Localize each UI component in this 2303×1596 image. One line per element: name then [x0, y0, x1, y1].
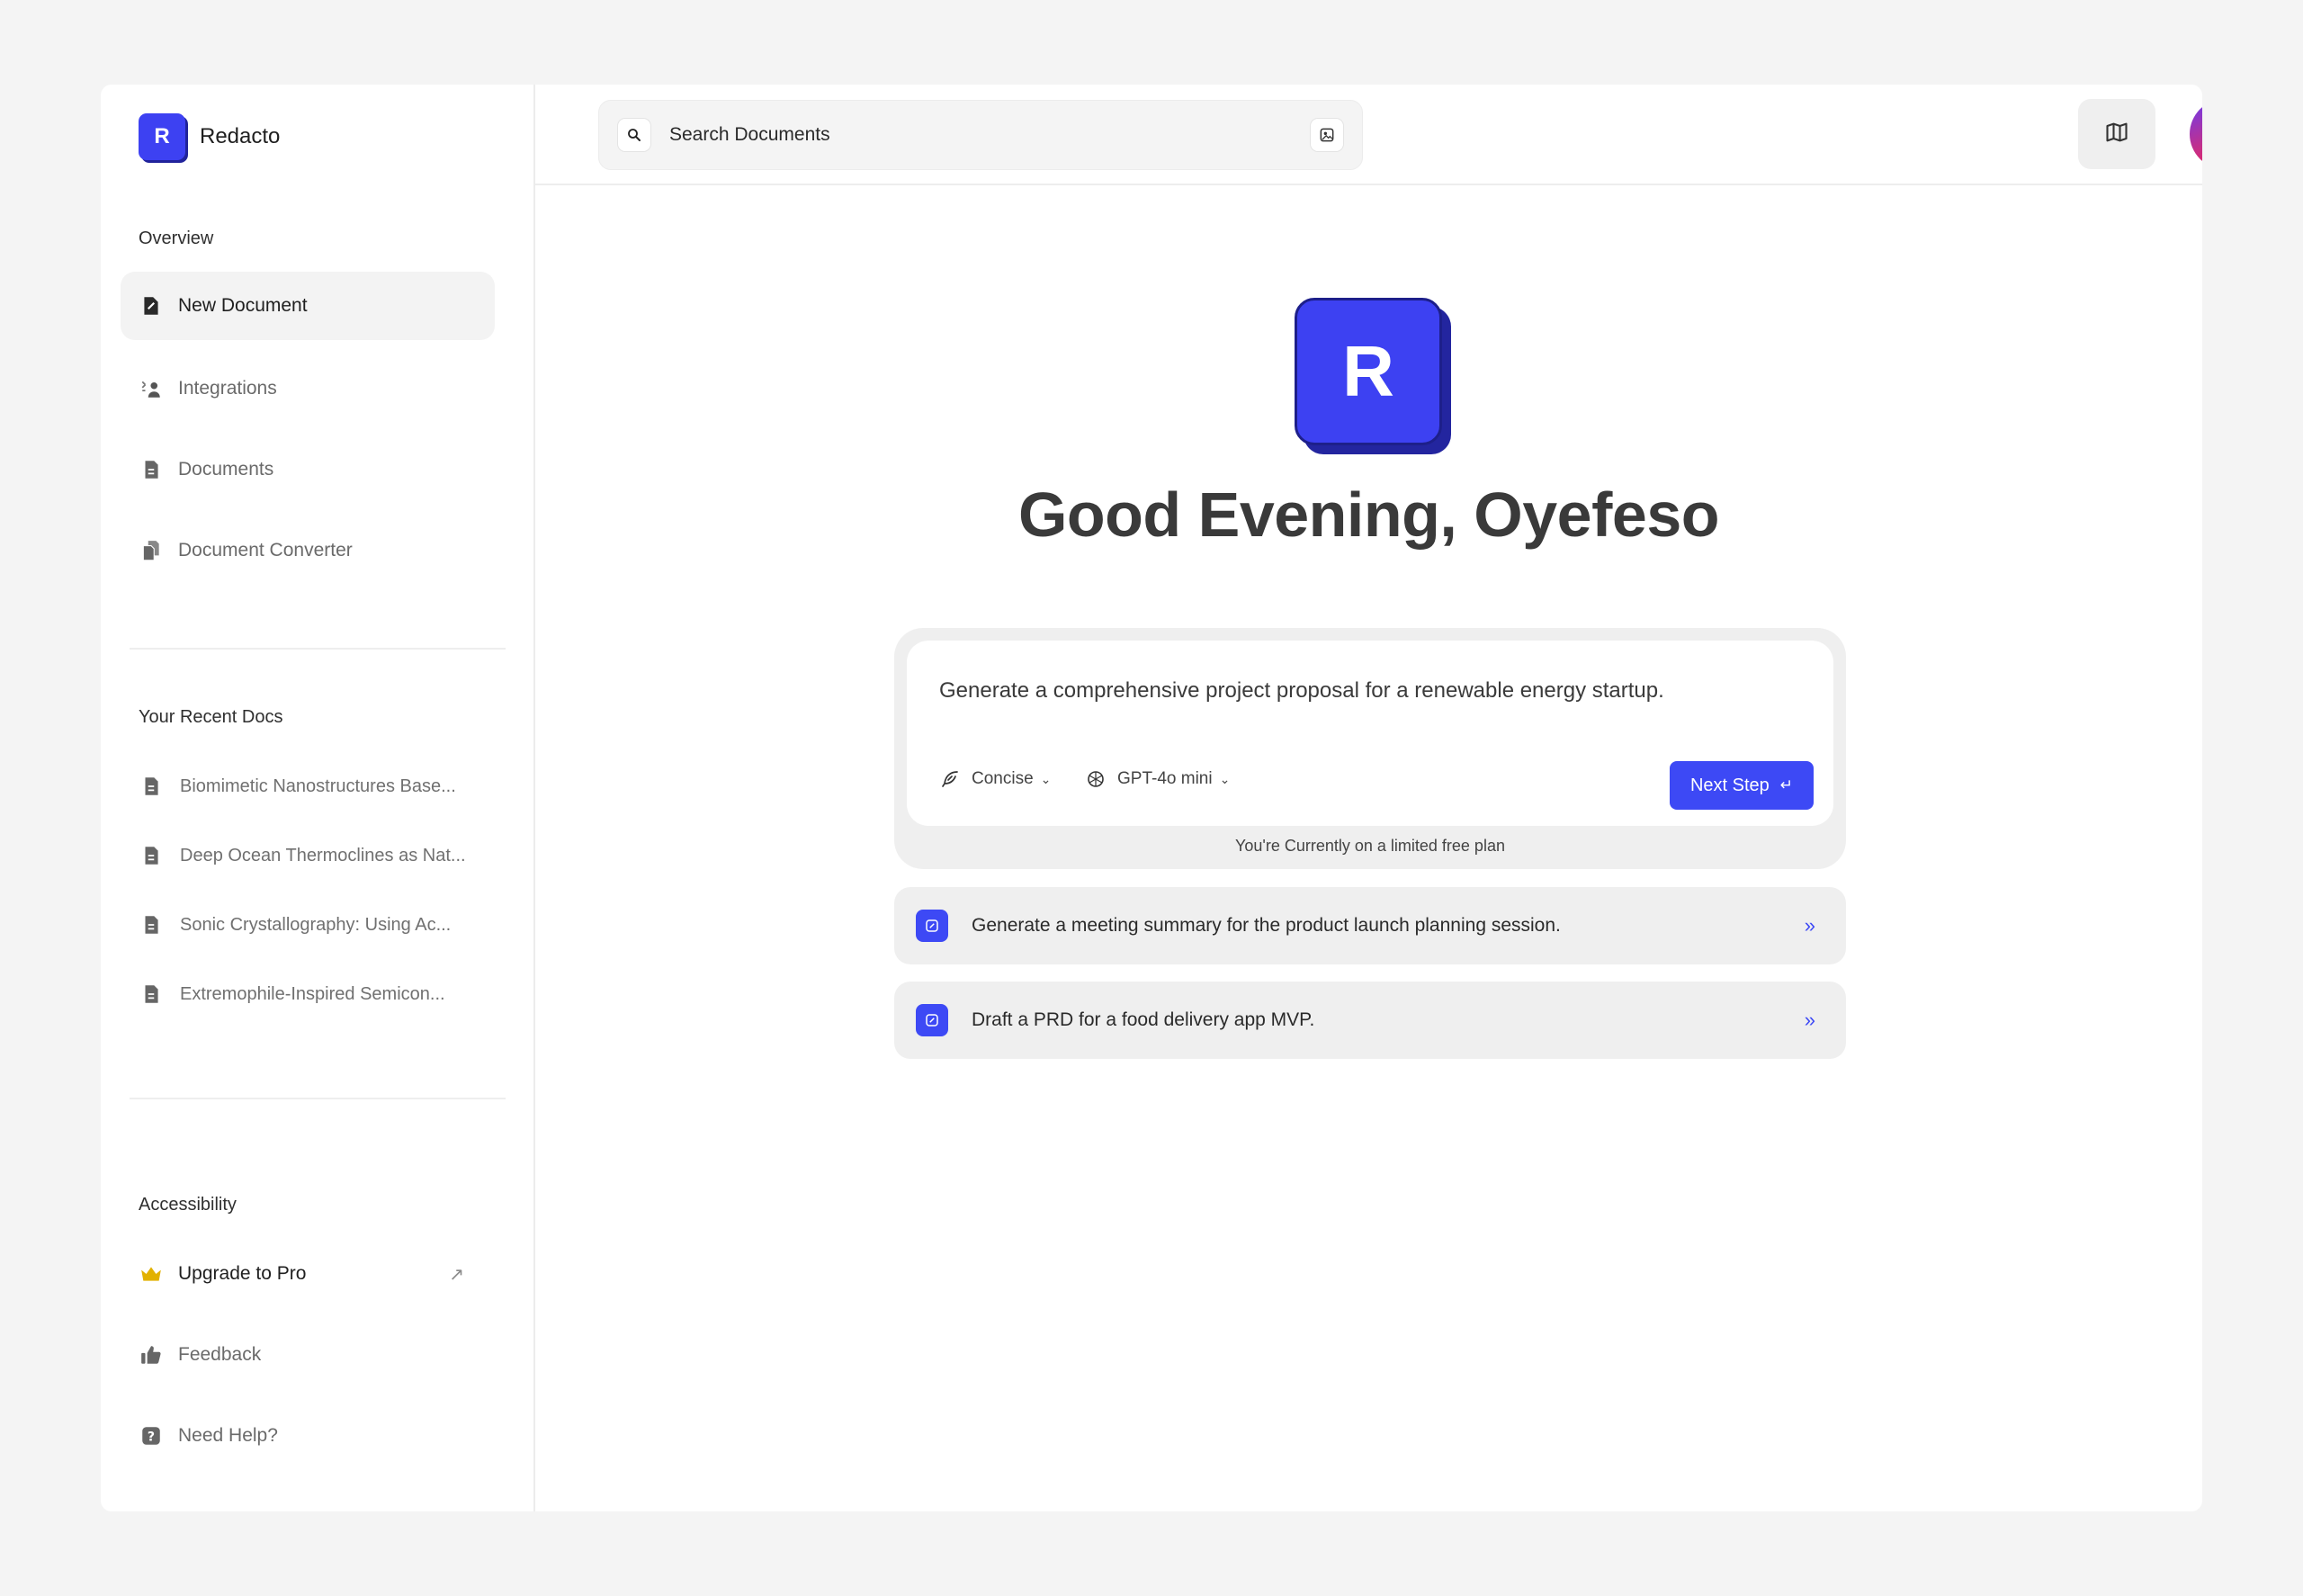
- image-search-icon[interactable]: [1310, 118, 1344, 152]
- document-icon: [139, 982, 164, 1007]
- documents-icon: [139, 457, 164, 482]
- sidebar-item-label: Documents: [178, 459, 274, 480]
- feedback-button[interactable]: Feedback: [121, 1321, 495, 1389]
- need-help-label: Need Help?: [178, 1425, 278, 1446]
- brand[interactable]: R Redacto: [139, 113, 280, 160]
- recent-doc-item[interactable]: Sonic Crystallography: Using Ac...: [121, 898, 495, 952]
- next-step-label: Next Step: [1689, 775, 1770, 795]
- prompt-card: Generate a comprehensive project proposa…: [907, 641, 1833, 826]
- document-icon: [139, 774, 164, 799]
- crown-icon: [139, 1261, 164, 1287]
- recent-doc-title: Extremophile-Inspired Semicon...: [180, 983, 445, 1004]
- feedback-label: Feedback: [178, 1344, 262, 1365]
- suggestion-text: Draft a PRD for a food delivery app MVP.: [972, 1009, 1315, 1030]
- hero-logo: R: [1295, 298, 1442, 445]
- search-bar[interactable]: Search Documents: [598, 100, 1363, 170]
- search-icon: [617, 118, 651, 152]
- avatar[interactable]: OA: [2190, 99, 2202, 169]
- external-arrow-icon: ↗: [449, 1265, 464, 1285]
- document-icon: [139, 912, 164, 937]
- sidebar-item-label: Document Converter: [178, 540, 353, 560]
- search-input[interactable]: Search Documents: [669, 124, 1310, 146]
- sidebar-item-integrations[interactable]: Integrations: [121, 354, 495, 423]
- app-window: R Redacto Overview New Document Integrat…: [101, 85, 2202, 1511]
- model-value: GPT-4o mini: [1117, 769, 1213, 788]
- greeting-title: Good Evening, Oyefeso: [1017, 480, 1720, 550]
- overview-label: Overview: [139, 229, 214, 248]
- svg-text:?: ?: [148, 1430, 155, 1444]
- recent-doc-title: Sonic Crystallography: Using Ac...: [180, 914, 452, 935]
- plan-note: You're Currently on a limited free plan: [1235, 837, 1505, 855]
- recent-doc-item[interactable]: Biomimetic Nanostructures Base...: [121, 759, 495, 813]
- sidebar-divider: [130, 1098, 506, 1099]
- map-icon: [2104, 120, 2129, 149]
- sidebar: R Redacto Overview New Document Integrat…: [101, 85, 535, 1511]
- openai-icon: [1088, 771, 1104, 787]
- brand-name: Redacto: [200, 124, 281, 148]
- new-document-icon: [139, 293, 164, 318]
- prompt-input[interactable]: Generate a comprehensive project proposa…: [939, 678, 1664, 704]
- sidebar-item-new-document[interactable]: New Document: [121, 272, 495, 340]
- recent-doc-title: Biomimetic Nanostructures Base...: [180, 776, 456, 796]
- chevron-down-icon: ⌄: [1219, 771, 1231, 786]
- suggestion-item[interactable]: Generate a meeting summary for the produ…: [894, 887, 1846, 964]
- sidebar-divider: [130, 648, 506, 650]
- enter-icon: ↵: [1779, 776, 1794, 794]
- tone-value: Concise: [972, 769, 1034, 788]
- double-chevron-right-icon: »: [1804, 914, 1815, 937]
- model-dropdown[interactable]: GPT-4o mini ⌄: [1085, 768, 1230, 790]
- sidebar-item-document-converter[interactable]: Document Converter: [121, 516, 495, 585]
- recent-doc-item[interactable]: Deep Ocean Thermoclines as Nat...: [121, 829, 495, 883]
- map-button[interactable]: [2078, 99, 2155, 169]
- upgrade-label: Upgrade to Pro: [178, 1263, 307, 1284]
- converter-icon: [139, 538, 164, 563]
- recent-doc-title: Deep Ocean Thermoclines as Nat...: [180, 845, 466, 865]
- integrations-icon: [139, 376, 164, 401]
- double-chevron-right-icon: »: [1804, 1009, 1815, 1031]
- sparkle-doc-icon: [916, 910, 948, 942]
- next-step-button[interactable]: Next Step ↵: [1670, 761, 1814, 810]
- recent-docs-label: Your Recent Docs: [139, 707, 283, 727]
- suggestion-item[interactable]: Draft a PRD for a food delivery app MVP.…: [894, 982, 1846, 1059]
- sparkle-doc-icon: [916, 1004, 948, 1036]
- sidebar-item-label: Integrations: [178, 378, 277, 399]
- suggestion-text: Generate a meeting summary for the produ…: [972, 915, 1561, 936]
- prompt-panel: Generate a comprehensive project proposa…: [894, 628, 1846, 869]
- need-help-button[interactable]: ? Need Help?: [121, 1402, 495, 1470]
- upgrade-to-pro-button[interactable]: Upgrade to Pro ↗: [121, 1240, 495, 1308]
- document-icon: [139, 843, 164, 868]
- thumbs-up-icon: [139, 1342, 164, 1367]
- feather-icon: [942, 771, 958, 787]
- brand-logo: R: [139, 113, 185, 160]
- chevron-down-icon: ⌄: [1040, 771, 1052, 786]
- tone-dropdown[interactable]: Concise ⌄: [939, 768, 1051, 790]
- sidebar-item-documents[interactable]: Documents: [121, 435, 495, 504]
- accessibility-label: Accessibility: [139, 1195, 237, 1215]
- top-bar: Search Documents OA: [535, 85, 2202, 185]
- recent-doc-item[interactable]: Extremophile-Inspired Semicon...: [121, 967, 495, 1021]
- help-icon: ?: [139, 1423, 164, 1448]
- sidebar-item-label: New Document: [178, 295, 308, 316]
